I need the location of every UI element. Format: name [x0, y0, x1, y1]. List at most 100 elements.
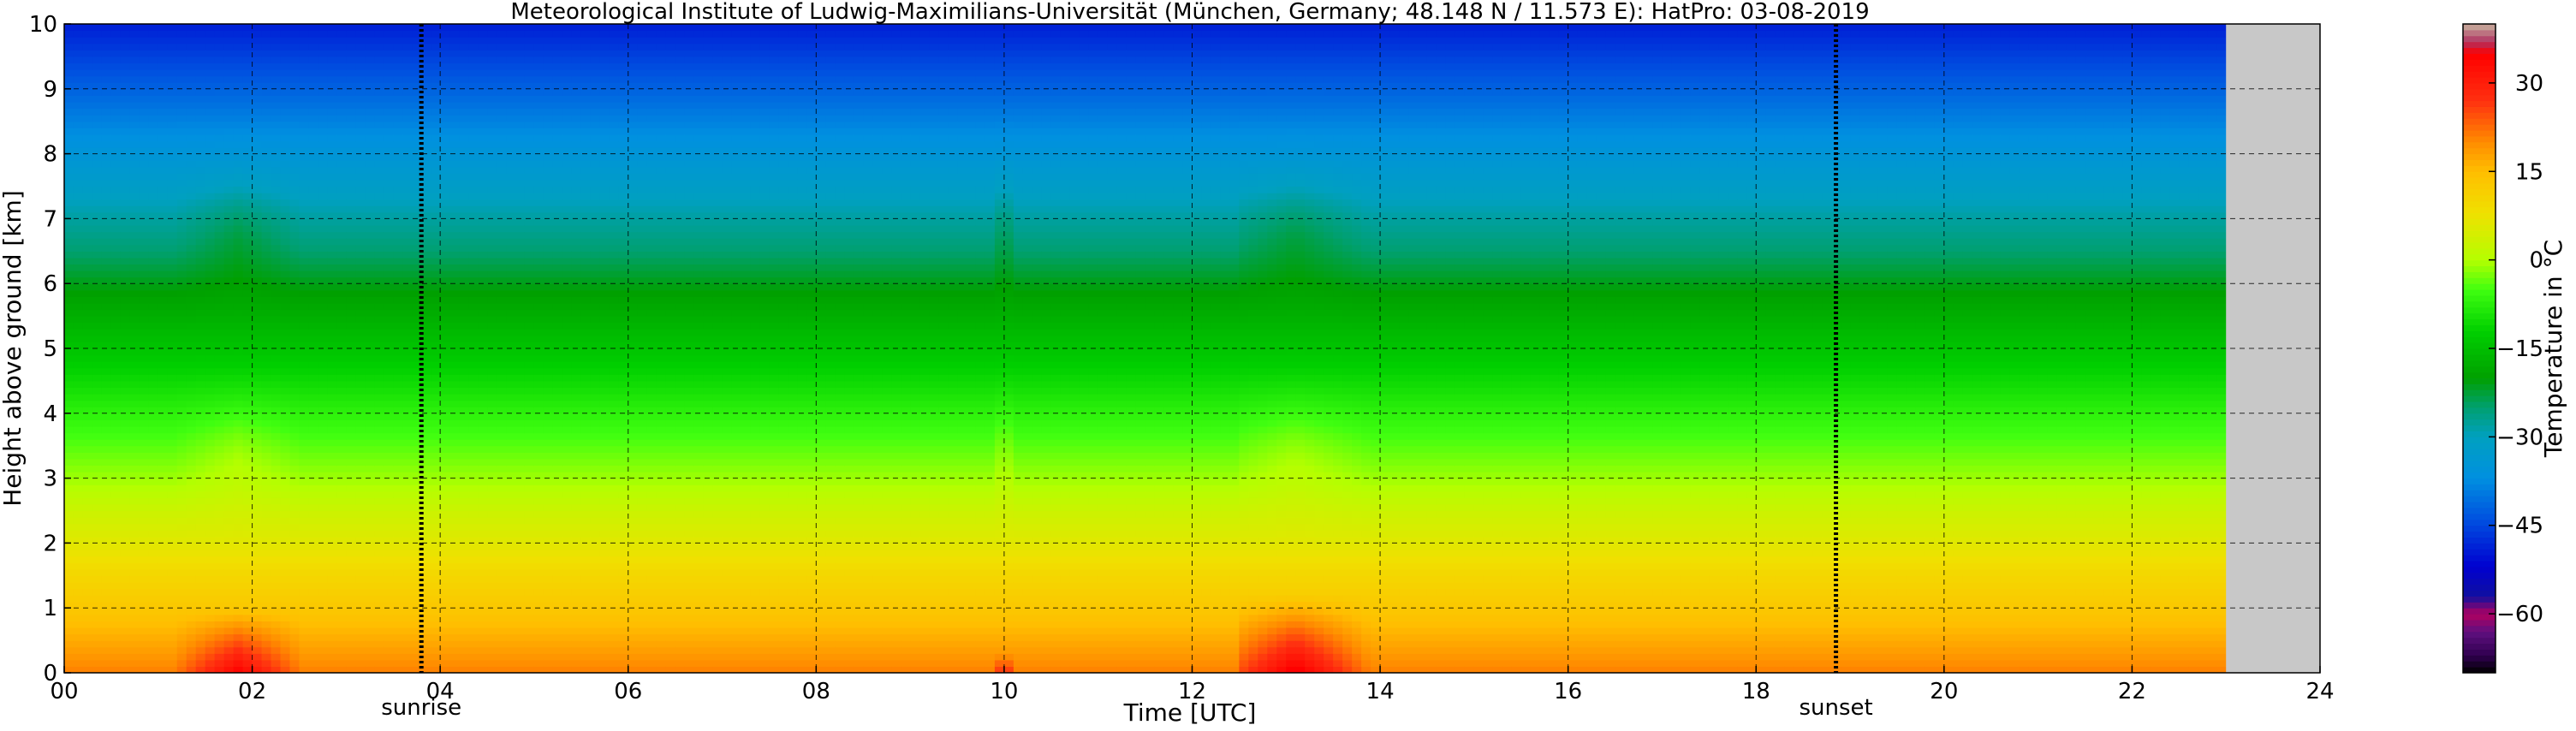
heatmap-cell — [525, 595, 535, 602]
heatmap-cell — [158, 602, 169, 609]
heatmap-cell — [393, 310, 403, 317]
heatmap-cell — [130, 588, 140, 595]
heatmap-cell — [355, 193, 366, 199]
heatmap-cell — [149, 562, 159, 569]
heatmap-cell — [271, 62, 282, 69]
heatmap-cell — [402, 316, 413, 323]
heatmap-cell — [440, 511, 450, 518]
heatmap-cell — [290, 56, 300, 63]
heatmap-cell — [308, 31, 318, 38]
heatmap-cell — [299, 465, 309, 472]
heatmap-cell — [271, 115, 282, 122]
heatmap-cell — [468, 193, 479, 199]
heatmap-cell — [92, 595, 103, 602]
heatmap-cell — [478, 446, 488, 453]
heatmap-cell — [74, 187, 84, 193]
heatmap-cell — [318, 647, 328, 654]
heatmap-cell — [515, 627, 526, 634]
heatmap-cell — [515, 660, 526, 667]
heatmap-cell — [346, 647, 356, 654]
heatmap-cell — [327, 621, 337, 627]
heatmap-cell — [243, 484, 253, 491]
heatmap-cell — [365, 245, 375, 252]
heatmap-cell — [374, 245, 384, 252]
heatmap-cell — [158, 478, 169, 485]
heatmap-cell — [525, 251, 535, 258]
heatmap-cell — [74, 122, 84, 128]
heatmap-cell — [158, 193, 169, 199]
heatmap-cell — [83, 180, 93, 187]
heatmap-cell — [365, 401, 375, 407]
heatmap-cell — [130, 608, 140, 615]
heatmap-cell — [478, 517, 488, 524]
heatmap-cell — [224, 419, 235, 426]
heatmap-cell — [468, 56, 479, 63]
heatmap-cell — [158, 660, 169, 667]
heatmap-cell — [243, 401, 253, 407]
heatmap-cell — [187, 394, 197, 401]
heatmap-cell — [506, 82, 516, 89]
heatmap-cell — [327, 238, 337, 245]
heatmap-cell — [253, 180, 263, 187]
heatmap-cell — [290, 562, 300, 569]
heatmap-cell — [83, 419, 93, 426]
heatmap-cell — [271, 270, 282, 277]
heatmap-cell — [487, 102, 497, 109]
heatmap-cell — [234, 465, 244, 472]
heatmap-cell — [243, 368, 253, 375]
heatmap-cell — [515, 368, 526, 375]
heatmap-cell — [374, 283, 384, 290]
heatmap-cell — [449, 439, 460, 446]
heatmap-cell — [336, 537, 347, 544]
heatmap-cell — [281, 634, 291, 641]
heatmap-cell — [243, 602, 253, 609]
heatmap-cell — [196, 407, 206, 413]
heatmap-cell — [140, 342, 150, 348]
heatmap-cell — [308, 296, 318, 303]
heatmap-cell — [355, 472, 366, 478]
heatmap-cell — [92, 419, 103, 426]
heatmap-cell — [64, 634, 74, 641]
heatmap-cell — [149, 491, 159, 498]
heatmap-cell — [102, 251, 112, 258]
heatmap-cell — [449, 465, 460, 472]
heatmap-cell — [308, 76, 318, 83]
heatmap-cell — [234, 491, 244, 498]
heatmap-cell — [271, 439, 282, 446]
heatmap-cell — [234, 387, 244, 394]
heatmap-cell — [497, 134, 507, 141]
heatmap-cell — [487, 401, 497, 407]
heatmap-cell — [83, 497, 93, 504]
heatmap-cell — [355, 238, 366, 245]
heatmap-cell — [346, 69, 356, 76]
heatmap-cell — [374, 608, 384, 615]
heatmap-cell — [506, 497, 516, 504]
heatmap-cell — [478, 37, 488, 44]
heatmap-cell — [205, 316, 216, 323]
heatmap-cell — [497, 647, 507, 654]
heatmap-cell — [262, 608, 272, 615]
heatmap-cell — [64, 401, 74, 407]
heatmap-cell — [336, 134, 347, 141]
heatmap-cell — [271, 323, 282, 330]
heatmap-cell — [290, 653, 300, 660]
heatmap-cell — [158, 556, 169, 563]
heatmap-cell — [431, 472, 441, 478]
heatmap-cell — [431, 270, 441, 277]
heatmap-cell — [215, 342, 225, 348]
heatmap-cell — [64, 387, 74, 394]
heatmap-cell — [497, 602, 507, 609]
heatmap-cell — [431, 115, 441, 122]
heatmap-cell — [327, 660, 337, 667]
heatmap-cell — [449, 342, 460, 348]
heatmap-cell — [281, 147, 291, 154]
heatmap-cell — [234, 44, 244, 51]
heatmap-cell — [205, 218, 216, 225]
heatmap-cell — [393, 537, 403, 544]
heatmap-cell — [468, 24, 479, 31]
heatmap-cell — [196, 193, 206, 199]
heatmap-cell — [308, 277, 318, 284]
heatmap-cell — [355, 588, 366, 595]
heatmap-cell — [234, 355, 244, 362]
heatmap-cell — [468, 76, 479, 83]
